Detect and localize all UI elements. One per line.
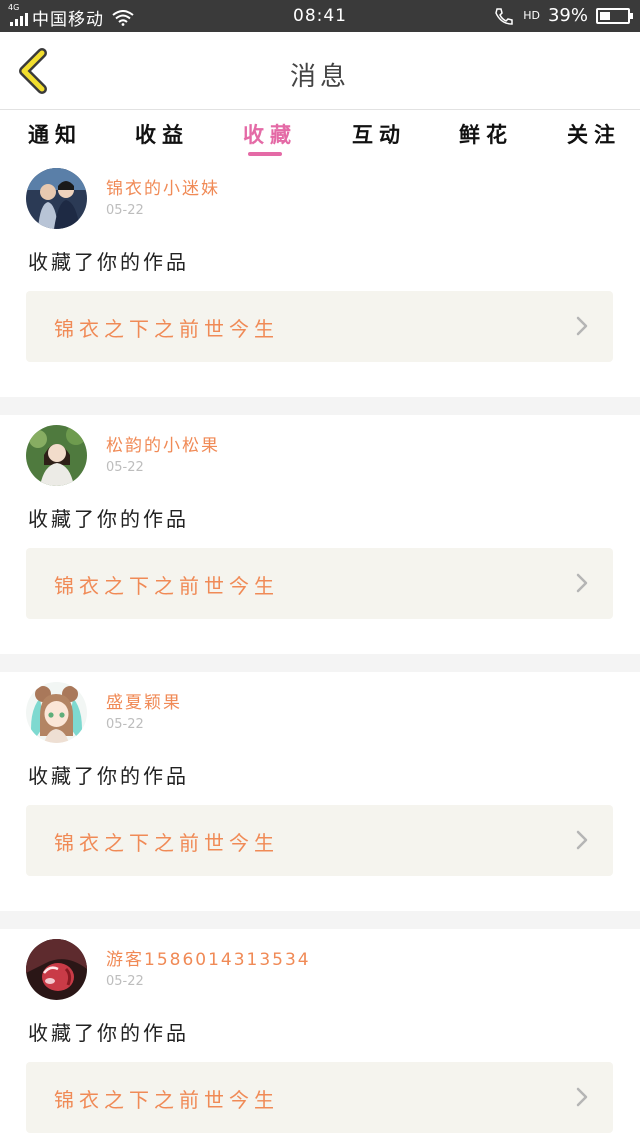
chevron-right-icon (576, 316, 588, 336)
avatar[interactable] (26, 939, 87, 1000)
username[interactable]: 游客1586014313534 (106, 945, 311, 970)
message-item: 游客1586014313534 05-22 收藏了你的作品 锦衣之下之前世今生 (0, 929, 640, 1138)
message-text: 收藏了你的作品 (28, 764, 189, 788)
work-link-card[interactable]: 锦衣之下之前世今生 (26, 291, 613, 362)
tab-earnings[interactable]: 收益 (135, 119, 189, 149)
username[interactable]: 锦衣的小迷妹 (106, 174, 220, 199)
message-item: 松韵的小松果 05-22 收藏了你的作品 锦衣之下之前世今生 (0, 415, 640, 654)
hd-label: HD (523, 9, 540, 22)
chevron-right-icon (576, 573, 588, 593)
message-date: 05-22 (106, 974, 144, 989)
tab-following[interactable]: 关注 (567, 119, 621, 149)
chevron-right-icon (576, 1087, 588, 1107)
message-text: 收藏了你的作品 (28, 1021, 189, 1045)
tab-notifications[interactable]: 通知 (28, 119, 82, 149)
work-title: 锦衣之下之前世今生 (54, 831, 279, 855)
tab-bar: 通知 收益 收藏 互动 鲜花 关注 (0, 111, 640, 161)
battery-level-fill (600, 11, 611, 20)
status-right: HD 39% (493, 5, 633, 26)
message-date: 05-22 (106, 203, 144, 218)
message-date: 05-22 (106, 460, 144, 475)
tab-favorites[interactable]: 收藏 (243, 119, 297, 149)
work-title: 锦衣之下之前世今生 (54, 1088, 279, 1112)
work-link-card[interactable]: 锦衣之下之前世今生 (26, 1062, 613, 1133)
avatar[interactable] (26, 425, 87, 486)
battery-icon (596, 7, 633, 24)
username[interactable]: 盛夏颖果 (106, 688, 182, 713)
avatar[interactable] (26, 168, 87, 229)
battery-percent: 39% (547, 5, 588, 26)
message-text: 收藏了你的作品 (28, 507, 189, 531)
message-date: 05-22 (106, 717, 144, 732)
work-title: 锦衣之下之前世今生 (54, 317, 279, 341)
message-item: 盛夏颖果 05-22 收藏了你的作品 锦衣之下之前世今生 (0, 672, 640, 911)
work-link-card[interactable]: 锦衣之下之前世今生 (26, 548, 613, 619)
message-item: 锦衣的小迷妹 05-22 收藏了你的作品 锦衣之下之前世今生 (0, 158, 640, 397)
tab-flowers[interactable]: 鲜花 (459, 119, 513, 149)
message-text: 收藏了你的作品 (28, 250, 189, 274)
page-title: 消息 (289, 62, 350, 92)
work-link-card[interactable]: 锦衣之下之前世今生 (26, 805, 613, 876)
username[interactable]: 松韵的小松果 (106, 431, 220, 456)
divider (0, 654, 640, 672)
divider (0, 397, 640, 415)
message-list: 锦衣的小迷妹 05-22 收藏了你的作品 锦衣之下之前世今生 松韵的小松果 05… (0, 158, 640, 1138)
call-icon (495, 7, 513, 25)
nav-bar: 消息 (0, 32, 640, 110)
work-title: 锦衣之下之前世今生 (54, 574, 279, 598)
tab-interactions[interactable]: 互动 (352, 119, 406, 149)
active-tab-indicator (248, 152, 282, 156)
divider (0, 911, 640, 929)
status-bar: 4G 中国移动 08:41 HD 39% (0, 0, 640, 32)
avatar[interactable] (26, 682, 87, 743)
chevron-right-icon (576, 830, 588, 850)
